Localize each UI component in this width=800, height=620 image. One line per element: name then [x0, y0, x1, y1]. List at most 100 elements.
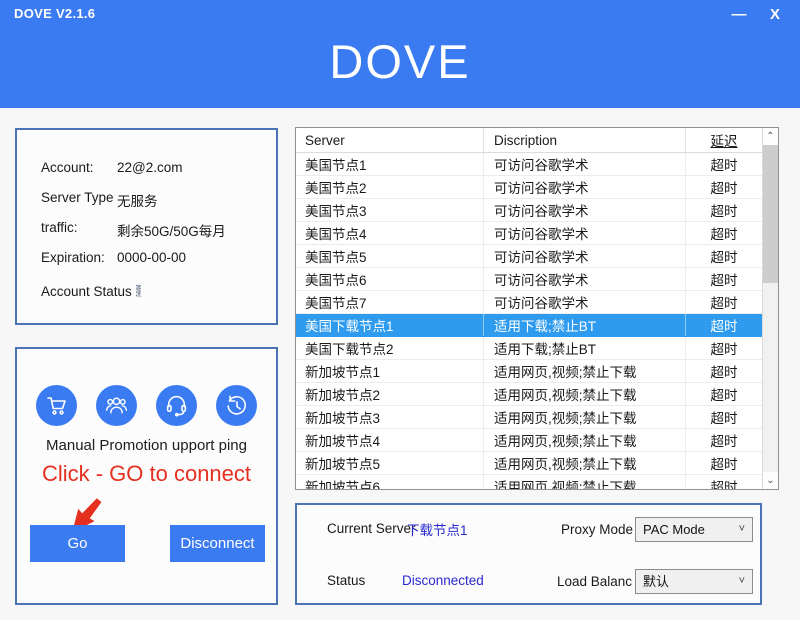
table-row[interactable]: 新加坡节点2适用网页,视频;禁止下载超时	[296, 383, 762, 406]
current-server-label: Current Server	[327, 521, 416, 536]
window-title: DOVE V2.1.6	[14, 6, 95, 21]
history-clock-icon	[224, 393, 249, 418]
scrollbar-thumb[interactable]	[763, 145, 778, 283]
connection-status-panel: Current Server 美国下载节点1 Status Disconnect…	[295, 503, 762, 605]
delay-cell: 超时	[686, 475, 762, 489]
description-cell: 适用网页,视频;禁止下载	[484, 383, 686, 405]
support-button[interactable]	[156, 385, 197, 426]
description-cell: 可访问谷歌学术	[484, 245, 686, 267]
description-cell: 可访问谷歌学术	[484, 291, 686, 313]
cart-icon	[45, 394, 69, 418]
delay-cell: 超时	[686, 337, 762, 359]
column-header-delay[interactable]: 延迟	[686, 128, 762, 152]
server-cell: 新加坡节点4	[296, 429, 484, 451]
table-row[interactable]: 美国节点2可访问谷歌学术超时	[296, 176, 762, 199]
load-balance-label: Load Balanc	[557, 574, 632, 589]
table-row[interactable]: 美国节点6可访问谷歌学术超时	[296, 268, 762, 291]
proxy-mode-label: Proxy Mode	[561, 522, 633, 537]
delay-cell: 超时	[686, 406, 762, 428]
table-row[interactable]: 新加坡节点3适用网页,视频;禁止下载超时	[296, 406, 762, 429]
description-cell: 适用网页,视频;禁止下载	[484, 429, 686, 451]
server-cell: 美国节点3	[296, 199, 484, 221]
description-cell: 适用网页,视频;禁止下载	[484, 360, 686, 382]
delay-cell: 超时	[686, 268, 762, 290]
current-server-value: 美国下载节点1	[408, 519, 500, 537]
description-cell: 可访问谷歌学术	[484, 176, 686, 198]
server-cell: 美国下载节点1	[296, 314, 484, 336]
delay-cell: 超时	[686, 291, 762, 313]
delay-cell: 超时	[686, 452, 762, 474]
traffic-row: traffic: 剩余50G/50G每月	[41, 220, 78, 235]
chevron-down-icon: ˅	[739, 518, 745, 541]
server-table-body: 美国节点1可访问谷歌学术超时美国节点2可访问谷歌学术超时美国节点3可访问谷歌学术…	[296, 153, 762, 489]
server-cell: 美国节点7	[296, 291, 484, 313]
actions-panel: Manual Promotion upport ping Click - GO …	[15, 347, 278, 605]
headset-icon	[164, 393, 189, 418]
status-value: Disconnected	[402, 573, 484, 588]
delay-cell: 超时	[686, 199, 762, 221]
account-label: Account:	[41, 160, 94, 175]
server-cell: 美国节点2	[296, 176, 484, 198]
table-row[interactable]: 新加坡节点5适用网页,视频;禁止下载超时	[296, 452, 762, 475]
table-row[interactable]: 美国节点5可访问谷歌学术超时	[296, 245, 762, 268]
quick-icons-row	[17, 385, 276, 426]
description-cell: 可访问谷歌学术	[484, 222, 686, 244]
column-header-server[interactable]: Server	[296, 128, 484, 152]
account-status-value: 到期	[136, 280, 141, 300]
ping-button[interactable]	[216, 385, 257, 426]
description-cell: 可访问谷歌学术	[484, 199, 686, 221]
account-value: 22@2.com	[117, 160, 182, 175]
delay-cell: 超时	[686, 383, 762, 405]
status-label: Status	[327, 573, 365, 588]
description-cell: 适用网页,视频;禁止下载	[484, 452, 686, 474]
server-cell: 新加坡节点2	[296, 383, 484, 405]
server-cell: 新加坡节点1	[296, 360, 484, 382]
delay-cell: 超时	[686, 222, 762, 244]
traffic-value: 剩余50G/50G每月	[117, 220, 226, 240]
table-row[interactable]: 美国节点1可访问谷歌学术超时	[296, 153, 762, 176]
server-table-header: Server Discription 延迟	[296, 128, 778, 153]
description-cell: 适用网页,视频;禁止下载	[484, 406, 686, 428]
table-row[interactable]: 新加坡节点4适用网页,视频;禁止下载超时	[296, 429, 762, 452]
quick-icons-labels: Manual Promotion upport ping	[17, 437, 276, 454]
delay-cell: 超时	[686, 176, 762, 198]
delay-cell: 超时	[686, 360, 762, 382]
server-cell: 新加坡节点6	[296, 475, 484, 489]
table-row[interactable]: 美国节点4可访问谷歌学术超时	[296, 222, 762, 245]
close-button[interactable]: X	[762, 4, 788, 26]
table-row[interactable]: 美国下载节点2适用下载;禁止BT超时	[296, 337, 762, 360]
load-balance-select[interactable]: 默认 ˅	[635, 569, 753, 594]
minimize-button[interactable]: —	[726, 4, 752, 26]
promotion-button[interactable]	[96, 385, 137, 426]
table-row[interactable]: 美国节点3可访问谷歌学术超时	[296, 199, 762, 222]
disconnect-button[interactable]: Disconnect	[170, 525, 265, 562]
scroll-up-icon[interactable]: ⌃	[763, 128, 778, 145]
server-type-label: Server Type	[41, 190, 114, 205]
people-icon	[104, 393, 129, 418]
table-row[interactable]: 新加坡节点1适用网页,视频;禁止下载超时	[296, 360, 762, 383]
table-row[interactable]: 美国节点7可访问谷歌学术超时	[296, 291, 762, 314]
description-cell: 适用下载;禁止BT	[484, 337, 686, 359]
server-cell: 新加坡节点5	[296, 452, 484, 474]
table-row[interactable]: 美国下载节点1适用下载;禁止BT超时	[296, 314, 762, 337]
description-cell: 适用下载;禁止BT	[484, 314, 686, 336]
go-button[interactable]: Go	[30, 525, 125, 562]
server-type-value: 无服务	[117, 190, 158, 210]
table-scrollbar[interactable]: ⌃ ⌄	[762, 128, 778, 489]
server-cell: 美国节点6	[296, 268, 484, 290]
delay-cell: 超时	[686, 314, 762, 336]
connect-hint-text: Click - GO to connect	[17, 461, 276, 487]
load-balance-value: 默认	[643, 574, 669, 589]
scroll-down-icon[interactable]: ⌄	[763, 472, 778, 489]
column-header-discription[interactable]: Discription	[484, 128, 686, 152]
manual-button[interactable]	[36, 385, 77, 426]
server-cell: 美国下载节点2	[296, 337, 484, 359]
chevron-down-icon: ˅	[739, 570, 745, 593]
delay-cell: 超时	[686, 153, 762, 175]
table-row[interactable]: 新加坡节点6适用网页,视频;禁止下载超时	[296, 475, 762, 489]
description-cell: 适用网页,视频;禁止下载	[484, 475, 686, 489]
app-header: DOVE V2.1.6 — X DOVE	[0, 0, 800, 108]
proxy-mode-select[interactable]: PAC Mode ˅	[635, 517, 753, 542]
account-status-label: Account Status	[41, 284, 132, 299]
brand-title: DOVE	[0, 34, 800, 89]
